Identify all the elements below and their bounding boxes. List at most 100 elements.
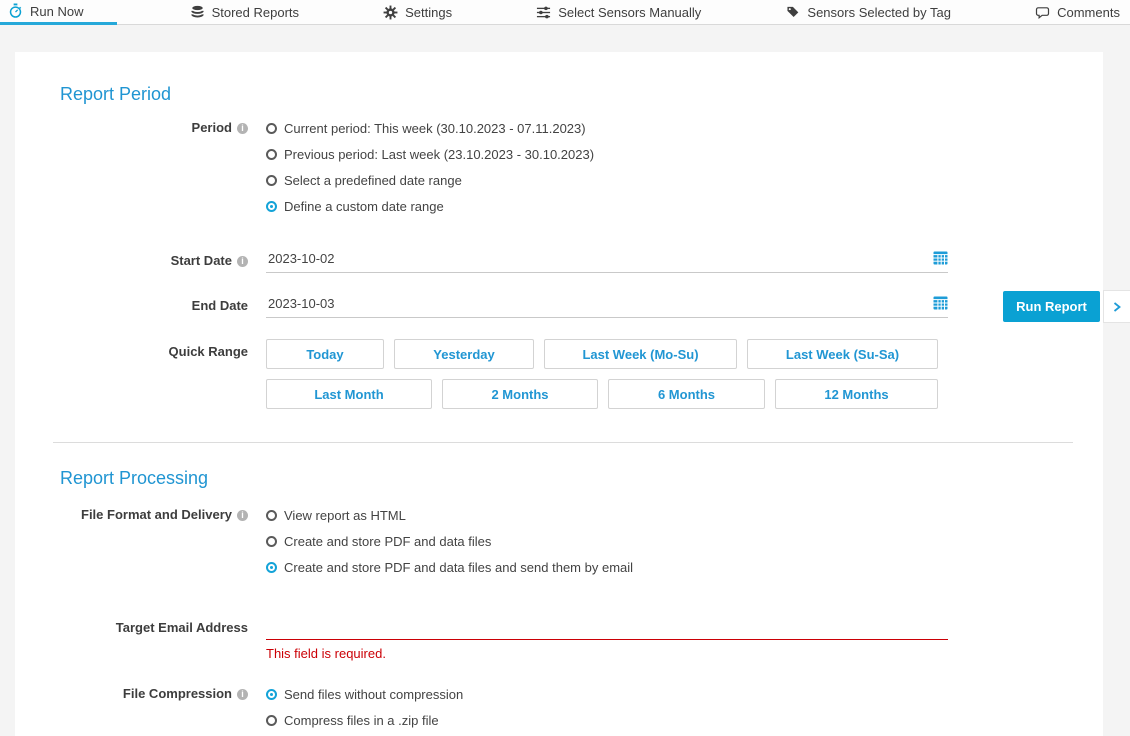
radio-selected-icon [266,689,277,700]
tab-bar: Run Now Stored Reports [0,0,1130,25]
end-date-label: End Date [192,293,248,319]
radio-icon [266,123,277,134]
tab-label: Settings [405,5,452,20]
start-date-input[interactable] [266,248,948,273]
calendar-icon[interactable] [933,250,948,265]
quick-range-label: Quick Range [169,339,248,365]
target-email-label-col: Target Email Address [15,615,248,641]
quick-range-last-week-mo-su-button[interactable]: Last Week (Mo-Su) [544,339,737,369]
section-divider [53,442,1073,443]
file-compression-options: Send files without compression Compress … [266,681,463,733]
file-format-options: View report as HTML Create and store PDF… [266,502,633,580]
quick-range-6-months-button[interactable]: 6 Months [608,379,765,409]
tab-label: Run Now [30,4,83,19]
end-date-field [266,293,948,318]
option-label: Create and store PDF and data files and … [284,560,633,575]
info-icon [237,123,248,134]
report-period-title: Report Period [60,83,1103,105]
end-date-row: End Date [15,293,1103,319]
target-email-label: Target Email Address [116,615,248,641]
file-format-label-col: File Format and Delivery [15,502,248,528]
settings-card: Report Period Period Current period: Thi… [15,52,1103,736]
file-compression-label-col: File Compression [15,681,248,707]
radio-icon [266,149,277,160]
file-format-label: File Format and Delivery [81,502,232,528]
period-label-col: Period [15,115,248,141]
compression-option-none[interactable]: Send files without compression [266,681,463,707]
gear-icon [383,5,398,20]
period-row: Period Current period: This week (30.10.… [15,115,1103,219]
tab-select-sensors-manually[interactable]: Select Sensors Manually [524,0,713,25]
tab-sensors-selected-by-tag[interactable]: Sensors Selected by Tag [773,0,963,25]
quick-range-label-col: Quick Range [15,339,248,365]
comment-icon [1035,5,1050,20]
quick-range-12-months-button[interactable]: 12 Months [775,379,938,409]
chevron-right-icon [1112,301,1122,313]
quick-range-row-1: Today Yesterday Last Week (Mo-Su) Last W… [266,339,948,369]
report-run-now-page: Run Now Stored Reports [0,0,1130,736]
start-date-field [266,248,948,273]
tag-icon [785,5,800,20]
option-label: Previous period: Last week (23.10.2023 -… [284,147,594,162]
period-option-predefined[interactable]: Select a predefined date range [266,167,594,193]
compression-option-zip[interactable]: Compress files in a .zip file [266,707,463,733]
calendar-icon[interactable] [933,295,948,310]
radio-icon [266,715,277,726]
database-icon [190,5,205,20]
side-panel-expand-handle[interactable] [1103,290,1130,323]
file-format-row: File Format and Delivery View report as … [15,502,1103,580]
quick-range-last-month-button[interactable]: Last Month [266,379,432,409]
tab-label: Stored Reports [212,5,299,20]
period-label: Period [192,115,232,141]
report-processing-title: Report Processing [60,467,1103,489]
period-option-custom[interactable]: Define a custom date range [266,193,594,219]
option-label: View report as HTML [284,508,406,523]
radio-icon [266,536,277,547]
tab-settings[interactable]: Settings [371,0,464,25]
radio-icon [266,510,277,521]
quick-range-row-2: Last Month 2 Months 6 Months 12 Months [266,379,948,409]
quick-range-yesterday-button[interactable]: Yesterday [394,339,534,369]
end-date-label-col: End Date [15,293,248,319]
start-date-label-col: Start Date [15,248,248,274]
info-icon [237,689,248,700]
option-label: Compress files in a .zip file [284,713,439,728]
stopwatch-icon [8,3,23,19]
file-format-option-pdf[interactable]: Create and store PDF and data files [266,528,633,554]
radio-selected-icon [266,201,277,212]
tab-run-now[interactable]: Run Now [0,0,117,25]
tab-label: Comments [1057,5,1120,20]
period-option-previous[interactable]: Previous period: Last week (23.10.2023 -… [266,141,594,167]
tab-stored-reports[interactable]: Stored Reports [178,0,311,25]
radio-selected-icon [266,562,277,573]
target-email-row: Target Email Address This field is requi… [15,615,1103,661]
sliders-icon [536,5,551,20]
quick-range-last-week-su-sa-button[interactable]: Last Week (Su-Sa) [747,339,938,369]
file-format-option-pdf-email[interactable]: Create and store PDF and data files and … [266,554,633,580]
option-label: Select a predefined date range [284,173,462,188]
run-report-button[interactable]: Run Report [1003,291,1100,322]
file-format-option-html[interactable]: View report as HTML [266,502,633,528]
tab-label: Select Sensors Manually [558,5,701,20]
start-date-label: Start Date [171,248,232,274]
info-icon [237,256,248,267]
tab-comments[interactable]: Comments [1023,0,1130,25]
target-email-field: This field is required. [266,615,948,661]
option-label: Define a custom date range [284,199,444,214]
quick-range-buttons: Today Yesterday Last Week (Mo-Su) Last W… [266,339,948,409]
file-compression-row: File Compression Send files without comp… [15,681,1103,733]
required-field-error: This field is required. [266,646,948,661]
file-compression-label: File Compression [123,681,232,707]
start-date-row: Start Date [15,248,1103,274]
period-options: Current period: This week (30.10.2023 - … [266,115,594,219]
quick-range-today-button[interactable]: Today [266,339,384,369]
quick-range-2-months-button[interactable]: 2 Months [442,379,598,409]
info-icon [237,510,248,521]
end-date-input[interactable] [266,293,948,318]
target-email-input[interactable] [266,615,948,640]
option-label: Create and store PDF and data files [284,534,491,549]
option-label: Send files without compression [284,687,463,702]
tab-label: Sensors Selected by Tag [807,5,951,20]
radio-icon [266,175,277,186]
period-option-current[interactable]: Current period: This week (30.10.2023 - … [266,115,594,141]
